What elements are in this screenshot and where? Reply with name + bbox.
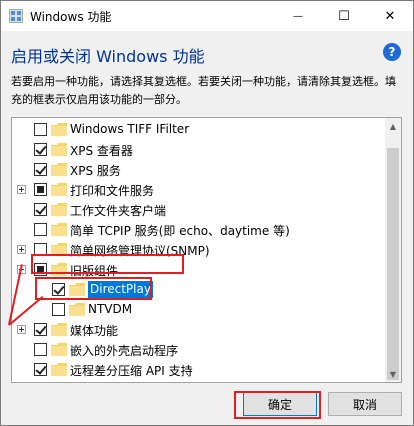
folder-icon	[51, 263, 67, 276]
feature-row[interactable]: 媒体功能	[12, 320, 387, 340]
feature-checkbox[interactable]	[34, 323, 47, 336]
folder-icon	[69, 303, 85, 316]
feature-label: 远程差分压缩 API 支持	[70, 364, 193, 378]
feature-checkbox[interactable]	[34, 223, 47, 236]
instructions-text: 若要启用一种功能，请选择其复选框。若要关闭一种功能，请清除其复选框。填充的框表示…	[11, 75, 396, 106]
feature-label: Windows TIFF IFilter	[70, 122, 190, 136]
folder-icon	[51, 223, 67, 236]
minimize-button[interactable]: —	[275, 1, 321, 31]
expand-icon[interactable]	[17, 185, 26, 194]
feature-row[interactable]: XPS 服务	[12, 160, 387, 180]
feature-row[interactable]: XPS 查看器	[12, 140, 387, 160]
feature-row[interactable]: 简单网络管理协议(SNMP)	[12, 240, 387, 260]
feature-row[interactable]: 工作文件夹客户端	[12, 200, 387, 220]
folder-icon	[51, 143, 67, 156]
close-icon: ✕	[384, 8, 396, 24]
folder-icon	[51, 323, 67, 336]
feature-checkbox[interactable]	[34, 363, 47, 376]
scrollbar-thumb[interactable]	[387, 148, 399, 380]
feature-row[interactable]: 简单 TCPIP 服务(即 echo、daytime 等)	[12, 220, 387, 240]
feature-checkbox[interactable]	[34, 203, 47, 216]
feature-checkbox[interactable]	[52, 303, 65, 316]
expand-icon[interactable]	[17, 325, 26, 334]
feature-checkbox[interactable]	[34, 183, 47, 196]
windows-features-icon	[9, 9, 23, 23]
feature-checkbox[interactable]	[34, 143, 47, 156]
feature-label: XPS 查看器	[70, 144, 133, 158]
feature-checkbox[interactable]	[34, 263, 47, 276]
feature-label: 简单 TCPIP 服务(即 echo、daytime 等)	[70, 224, 290, 238]
close-button[interactable]: ✕	[367, 1, 413, 31]
folder-icon	[51, 243, 67, 256]
feature-checkbox[interactable]	[52, 283, 65, 296]
feature-checkbox[interactable]	[34, 343, 47, 356]
maximize-button[interactable]: ☐	[321, 1, 367, 31]
cancel-button[interactable]: 取消	[328, 392, 402, 416]
feature-label: 简单网络管理协议(SNMP)	[70, 244, 210, 258]
feature-label: 工作文件夹客户端	[70, 204, 167, 218]
title-bar: Windows 功能 — ☐ ✕	[1, 1, 413, 31]
folder-icon	[51, 163, 67, 176]
feature-checkbox[interactable]	[34, 123, 47, 136]
feature-label: 嵌入的外壳启动程序	[70, 344, 179, 358]
feature-label: 打印和文件服务	[70, 184, 155, 198]
folder-icon	[51, 363, 67, 376]
minimize-icon: —	[293, 10, 303, 22]
feature-row[interactable]: 远程差分压缩 API 支持	[12, 360, 387, 380]
scroll-up-icon[interactable]: ▲	[385, 118, 401, 134]
feature-row[interactable]: 打印和文件服务	[12, 180, 387, 200]
feature-row[interactable]: 旧版组件	[12, 260, 387, 280]
help-icon[interactable]: ?	[383, 43, 401, 61]
folder-icon	[51, 123, 67, 136]
feature-label: 媒体功能	[70, 324, 119, 338]
feature-label: DirectPlay	[88, 281, 153, 298]
feature-row[interactable]: 嵌入的外壳启动程序	[12, 340, 387, 360]
feature-row[interactable]: NTVDM	[12, 300, 387, 320]
folder-icon	[69, 283, 85, 296]
ok-button[interactable]: 确定	[243, 392, 317, 416]
folder-icon	[51, 203, 67, 216]
feature-label: 旧版组件	[70, 264, 119, 278]
folder-icon	[51, 183, 67, 196]
scroll-down-icon[interactable]: ▼	[385, 366, 401, 382]
feature-checkbox[interactable]	[34, 243, 47, 256]
maximize-icon: ☐	[338, 8, 350, 24]
window-title: Windows 功能	[30, 10, 112, 24]
feature-row[interactable]: Windows TIFF IFilter	[12, 120, 387, 140]
feature-checkbox[interactable]	[34, 163, 47, 176]
dialog-content: 启用或关闭 Windows 功能 ? 若要启用一种功能，请选择其复选框。若要关闭…	[1, 31, 413, 425]
feature-tree[interactable]: ▲ ▼ Windows TIFF IFilter XPS 查看器 XPS 服务打印和…	[11, 117, 402, 383]
vertical-scrollbar[interactable]: ▲ ▼	[385, 118, 401, 382]
folder-icon	[51, 343, 67, 356]
expand-icon[interactable]	[17, 245, 26, 254]
feature-label: NTVDM	[88, 302, 133, 316]
windows-features-dialog: Windows 功能 — ☐ ✕ 启用或关闭 Windows 功能 ? 若要启用…	[0, 0, 414, 426]
page-title: 启用或关闭 Windows 功能	[11, 47, 205, 66]
feature-row[interactable]: DirectPlay	[12, 280, 387, 300]
feature-label: XPS 服务	[70, 164, 121, 178]
